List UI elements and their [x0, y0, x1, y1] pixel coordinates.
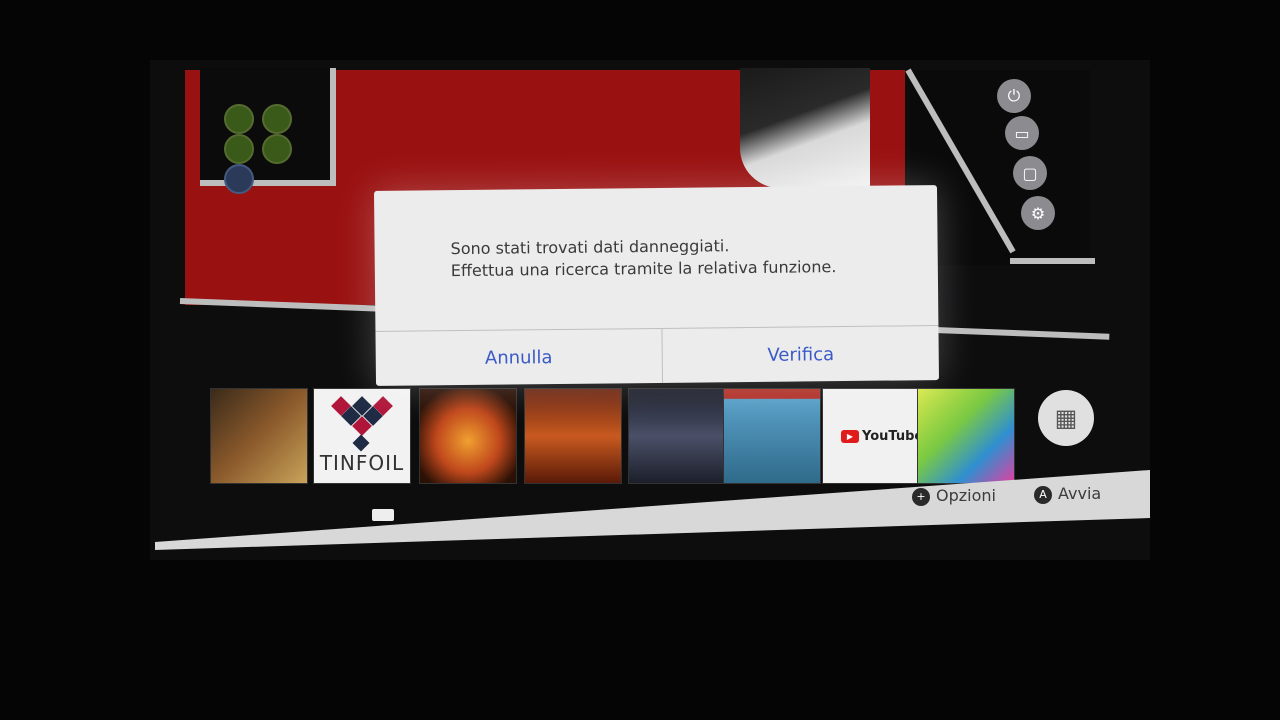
- youtube-title: YouTube: [862, 429, 920, 444]
- user-avatar-icon[interactable]: [262, 104, 292, 134]
- user-avatar-icon[interactable]: [224, 134, 254, 164]
- game-tile-youtube[interactable]: ▶ YouTube: [822, 388, 920, 484]
- power-icon[interactable]: ⏻: [997, 79, 1031, 113]
- user-avatar-icon[interactable]: [224, 164, 254, 194]
- plus-button-icon: +: [912, 487, 930, 506]
- dialog-message-line: Effettua una ricerca tramite la relativa…: [450, 257, 837, 281]
- game-tile-dragon-quest[interactable]: [723, 388, 821, 484]
- start-label: Avvia: [1058, 484, 1102, 503]
- game-tile-dragon-ball-xenoverse-2[interactable]: [210, 388, 308, 484]
- game-tile-tinfoil[interactable]: TINFOIL: [313, 388, 411, 484]
- tinfoil-logo-icon: [331, 396, 393, 452]
- user-avatar-icon[interactable]: [262, 134, 292, 164]
- dialog-message: Sono stati trovati dati danneggiati. Eff…: [450, 233, 907, 282]
- tinfoil-title: TINFOIL: [319, 451, 405, 475]
- page-indicator: [372, 509, 394, 521]
- settings-icon[interactable]: ⚙: [1021, 196, 1055, 230]
- options-hint[interactable]: + Opzioni: [912, 486, 996, 506]
- all-software-icon[interactable]: ▦: [1038, 390, 1094, 446]
- a-button-icon: A: [1034, 485, 1052, 504]
- game-tile-splatoon-2[interactable]: [917, 388, 1015, 484]
- game-tile-doom[interactable]: [524, 388, 622, 484]
- game-tile-game-5[interactable]: [628, 388, 726, 484]
- error-dialog: Sono stati trovati dati danneggiati. Eff…: [373, 185, 940, 386]
- panel-divider: [1010, 258, 1095, 264]
- theme-character-art: [740, 68, 870, 188]
- gallery-icon[interactable]: ▭: [1005, 116, 1039, 150]
- verify-button[interactable]: Verifica: [662, 326, 939, 383]
- start-hint[interactable]: A Avvia: [1034, 484, 1101, 504]
- youtube-play-icon: ▶: [841, 430, 859, 443]
- screen-icon[interactable]: ▢: [1013, 156, 1047, 190]
- game-tile-dragon-ball-fighterz[interactable]: [419, 388, 517, 484]
- user-avatar-icon[interactable]: [224, 104, 254, 134]
- cancel-button[interactable]: Annulla: [375, 329, 662, 386]
- options-label: Opzioni: [936, 486, 996, 505]
